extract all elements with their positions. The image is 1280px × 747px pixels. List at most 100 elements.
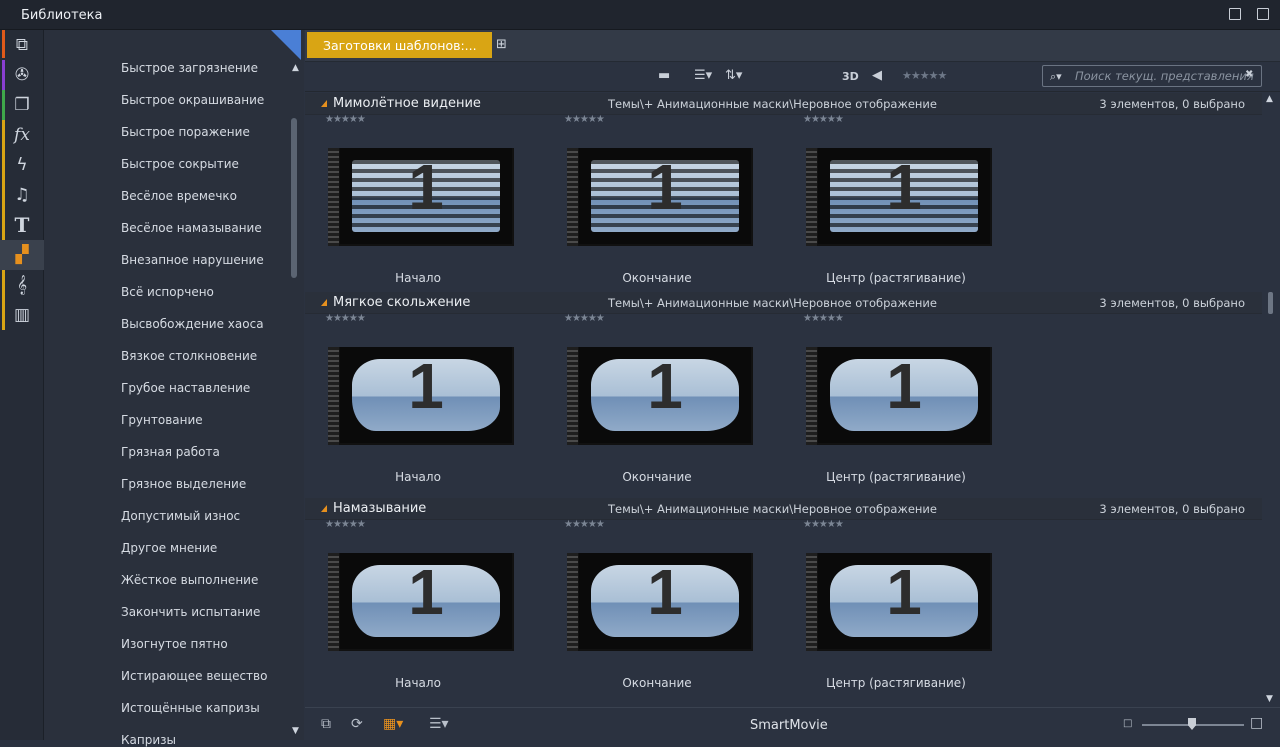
category-item[interactable]: Истирающее вещество xyxy=(121,669,267,683)
3d-toggle[interactable]: 3D xyxy=(842,70,859,83)
rating-filter[interactable]: ★★★★★ xyxy=(902,69,947,82)
rating-stars[interactable]: ★★★★★ xyxy=(803,313,844,324)
preview-frame: 1 xyxy=(818,148,990,244)
category-item[interactable]: Изогнутое пятно xyxy=(121,637,228,651)
template-thumbnail[interactable]: 1 xyxy=(567,148,753,246)
stack-icon[interactable]: ⧉ xyxy=(0,30,44,60)
category-item[interactable]: Весёлое намазывание xyxy=(121,221,262,235)
preview-frame: 1 xyxy=(340,347,512,443)
category-item[interactable]: Высвобождение хаоса xyxy=(121,317,264,331)
category-item[interactable]: Истощённые капризы xyxy=(121,701,260,715)
filmstrip-icon xyxy=(567,148,578,246)
collapse-triangle-icon[interactable] xyxy=(321,505,327,512)
sort-icon[interactable]: ⇅▾ xyxy=(725,68,742,83)
list-view-icon[interactable]: ☰▾ xyxy=(694,68,712,83)
section-path: Темы\+ Анимационные маски\Неровное отобр… xyxy=(608,97,937,111)
details-view-icon[interactable]: ☰▾ xyxy=(429,716,449,732)
grid-view-icon[interactable]: ▦▾ xyxy=(383,716,403,732)
section-title: Намазывание xyxy=(333,501,427,516)
main-scroll-up[interactable]: ▲ xyxy=(1266,94,1273,104)
category-item[interactable]: Весёлое времечко xyxy=(121,189,237,203)
thumbnail-label: Начало xyxy=(395,271,441,285)
thumbnail-label: Начало xyxy=(395,676,441,690)
template-thumbnail[interactable]: 1 xyxy=(806,148,992,246)
category-item[interactable]: Вязкое столкновение xyxy=(121,349,257,363)
countdown-number: 1 xyxy=(408,350,444,422)
category-item[interactable]: Грязное выделение xyxy=(121,477,246,491)
main-scrollbar[interactable] xyxy=(1268,292,1273,314)
pin-corner[interactable] xyxy=(271,30,301,60)
category-item[interactable]: Внезапное нарушение xyxy=(121,253,264,267)
scroll-up-arrow[interactable]: ▲ xyxy=(292,63,299,73)
thumbnail-label: Центр (растягивание) xyxy=(826,271,966,285)
score-icon[interactable]: 𝄞 xyxy=(0,270,44,300)
category-item[interactable]: Быстрое окрашивание xyxy=(121,93,264,107)
category-item[interactable]: Грязная работа xyxy=(121,445,220,459)
large-thumb-icon[interactable]: □ xyxy=(1250,715,1263,731)
rating-stars[interactable]: ★★★★★ xyxy=(564,519,605,530)
tab-templates[interactable]: Заготовки шаблонов:... xyxy=(307,32,492,58)
template-thumbnail[interactable]: 1 xyxy=(806,553,992,651)
category-item[interactable]: Грунтование xyxy=(121,413,203,427)
add-tab-icon[interactable]: ⊞ xyxy=(496,37,507,52)
category-item[interactable]: Быстрое загрязнение xyxy=(121,61,258,75)
rating-stars[interactable]: ★★★★★ xyxy=(803,519,844,530)
small-thumb-icon[interactable]: □ xyxy=(1123,718,1132,729)
section-count: 3 элементов, 0 выбрано xyxy=(1099,502,1245,516)
collapse-triangle-icon[interactable] xyxy=(321,299,327,306)
layers-icon[interactable]: ❐ xyxy=(0,90,44,120)
filmstrip-icon xyxy=(328,148,339,246)
piano-icon[interactable]: ▥ xyxy=(0,300,44,330)
scroll-down-arrow[interactable]: ▼ xyxy=(292,726,299,736)
restore-icon[interactable] xyxy=(1229,8,1241,20)
category-scrollbar[interactable] xyxy=(291,118,297,278)
category-item[interactable]: Допустимый износ xyxy=(121,509,240,523)
rating-stars[interactable]: ★★★★★ xyxy=(325,519,366,530)
lightning-icon[interactable]: ϟ xyxy=(0,150,44,180)
smartmovie-button[interactable]: SmartMovie xyxy=(750,718,828,733)
section-path: Темы\+ Анимационные маски\Неровное отобр… xyxy=(608,296,937,310)
copy-icon[interactable]: ⧉ xyxy=(321,716,331,732)
category-item[interactable]: Всё испорчено xyxy=(121,285,214,299)
clear-search-icon[interactable]: ✖ xyxy=(1245,69,1253,80)
category-item[interactable]: Капризы xyxy=(121,733,176,747)
tag-icon[interactable]: ◀ xyxy=(872,68,882,83)
section-header[interactable]: Мимолётное видение Темы\+ Анимационные ма… xyxy=(305,93,1262,115)
countdown-number: 1 xyxy=(408,556,444,628)
browser-panel: Заготовки шаблонов:... ⊞ ▬ ☰▾ ⇅▾ 3D ◀ ★★… xyxy=(305,30,1280,740)
rating-stars[interactable]: ★★★★★ xyxy=(564,313,605,324)
search-icon: ⌕▾ xyxy=(1050,70,1062,83)
film-reel-icon[interactable]: ✇ xyxy=(0,60,44,90)
category-item[interactable]: Быстрое поражение xyxy=(121,125,250,139)
template-thumbnail[interactable]: 1 xyxy=(328,553,514,651)
close-window-icon[interactable] xyxy=(1257,8,1269,20)
thumbnail-label: Окончание xyxy=(622,676,692,690)
template-thumbnail[interactable]: 1 xyxy=(567,553,753,651)
template-thumbnail[interactable]: 1 xyxy=(806,347,992,445)
category-item[interactable]: Закончить испытание xyxy=(121,605,260,619)
fx-icon[interactable]: fx xyxy=(0,120,44,150)
search-input[interactable]: Поиск текущ. представления xyxy=(1042,65,1262,87)
section-header[interactable]: Мягкое скольжение Темы\+ Анимационные мас… xyxy=(305,292,1262,314)
category-item[interactable]: Другое мнение xyxy=(121,541,217,555)
rating-stars[interactable]: ★★★★★ xyxy=(325,313,366,324)
collapse-triangle-icon[interactable] xyxy=(321,100,327,107)
montage-icon[interactable]: ▞ xyxy=(0,240,44,270)
slider-knob[interactable] xyxy=(1188,718,1196,730)
refresh-icon[interactable]: ⟳ xyxy=(351,716,363,732)
main-scroll-down[interactable]: ▼ xyxy=(1266,694,1273,704)
category-item[interactable]: Жёсткое выполнение xyxy=(121,573,258,587)
rating-stars[interactable]: ★★★★★ xyxy=(325,114,366,125)
thumbnail-label: Центр (растягивание) xyxy=(826,676,966,690)
text-t-icon[interactable]: T xyxy=(0,210,44,240)
category-item[interactable]: Быстрое сокрытие xyxy=(121,157,239,171)
template-thumbnail[interactable]: 1 xyxy=(328,148,514,246)
category-item[interactable]: Грубое наставление xyxy=(121,381,250,395)
rating-stars[interactable]: ★★★★★ xyxy=(564,114,605,125)
music-note-icon[interactable]: ♫ xyxy=(0,180,44,210)
rating-stars[interactable]: ★★★★★ xyxy=(803,114,844,125)
template-thumbnail[interactable]: 1 xyxy=(567,347,753,445)
section-header[interactable]: Намазывание Темы\+ Анимационные маски\Нер… xyxy=(305,498,1262,520)
folder-icon[interactable]: ▬ xyxy=(658,68,670,83)
template-thumbnail[interactable]: 1 xyxy=(328,347,514,445)
